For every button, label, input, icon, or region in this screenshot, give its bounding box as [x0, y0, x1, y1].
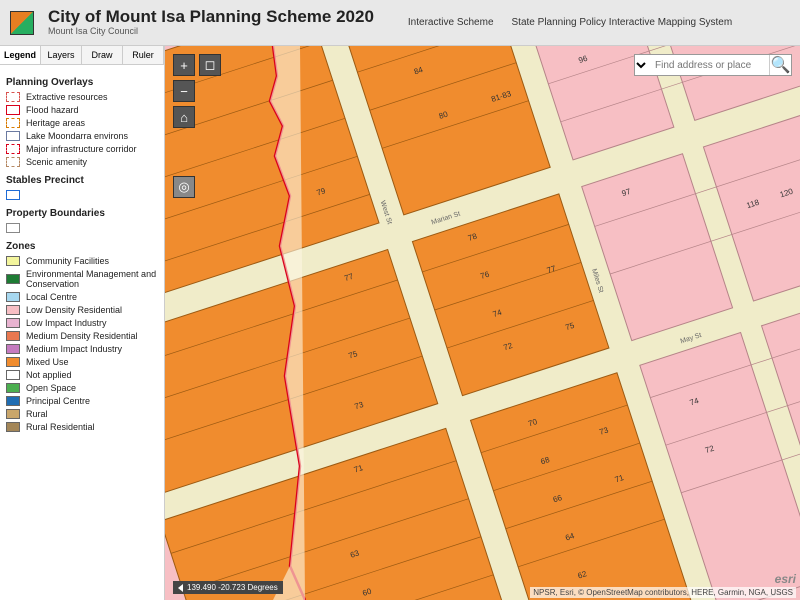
legend-swatch: [6, 190, 20, 200]
legend-label: Principal Centre: [26, 396, 90, 406]
legend-label: Scenic amenity: [26, 157, 87, 167]
legend-label: Rural: [26, 409, 48, 419]
legend-swatch: [6, 105, 20, 115]
legend-item: Extractive resources: [6, 92, 158, 102]
legend-group-title: Zones: [6, 241, 158, 252]
legend-swatch: [6, 422, 20, 432]
legend-label: Community Facilities: [26, 256, 109, 266]
legend-label: Not applied: [26, 370, 72, 380]
zoom-out-button[interactable]: −: [173, 80, 195, 102]
legend-label: Extractive resources: [26, 92, 108, 102]
legend-item: Mixed Use: [6, 357, 158, 367]
legend-item: Not applied: [6, 370, 158, 380]
legend-item: Heritage areas: [6, 118, 158, 128]
legend-swatch: [6, 144, 20, 154]
legend-label: Mixed Use: [26, 357, 69, 367]
legend-item: Community Facilities: [6, 256, 158, 266]
legend-item: Rural Residential: [6, 422, 158, 432]
legend-swatch: [6, 344, 20, 354]
legend-swatch: [6, 331, 20, 341]
map-viewport[interactable]: West St Miles St Marian St May St 79 77 …: [165, 46, 800, 600]
legend-item: Medium Impact Industry: [6, 344, 158, 354]
legend-label: Flood hazard: [26, 105, 79, 115]
default-extent-button[interactable]: ◻: [199, 54, 221, 76]
legend-item: Environmental Management and Conservatio…: [6, 269, 158, 289]
legend-item: Principal Centre: [6, 396, 158, 406]
legend-swatch: [6, 357, 20, 367]
app-logo: [10, 11, 34, 35]
legend-item: Flood hazard: [6, 105, 158, 115]
legend-swatch: [6, 318, 20, 328]
tab-legend[interactable]: Legend: [0, 46, 41, 64]
legend-item: Local Centre: [6, 292, 158, 302]
title-block: City of Mount Isa Planning Scheme 2020 M…: [48, 8, 374, 37]
link-spp-mapping[interactable]: State Planning Policy Interactive Mappin…: [512, 17, 733, 28]
legend-swatch: [6, 305, 20, 315]
locate-button[interactable]: ◎: [173, 176, 195, 198]
legend-label: Environmental Management and Conservatio…: [26, 269, 158, 289]
legend-item: Open Space: [6, 383, 158, 393]
tab-layers[interactable]: Layers: [41, 46, 82, 64]
header-links: Interactive Scheme State Planning Policy…: [408, 17, 732, 28]
esri-logo: esri: [775, 572, 796, 586]
legend-group-title: Planning Overlays: [6, 77, 158, 88]
app-title: City of Mount Isa Planning Scheme 2020: [48, 8, 374, 27]
legend-item: [6, 190, 158, 200]
app-subtitle: Mount Isa City Council: [48, 27, 374, 37]
legend-label: Low Density Residential: [26, 305, 122, 315]
zoom-in-button[interactable]: +: [173, 54, 195, 76]
expand-icon[interactable]: [178, 584, 183, 592]
legend-item: Low Impact Industry: [6, 318, 158, 328]
legend-label: Medium Impact Industry: [26, 344, 122, 354]
header: City of Mount Isa Planning Scheme 2020 M…: [0, 0, 800, 46]
legend-label: Rural Residential: [26, 422, 95, 432]
home-button[interactable]: ⌂: [173, 106, 195, 128]
link-interactive-scheme[interactable]: Interactive Scheme: [408, 17, 494, 28]
attribution-text: NPSR, Esri, © OpenStreetMap contributors…: [530, 587, 796, 598]
map-controls: + − ⌂ ◎: [173, 54, 195, 198]
legend-panel: Planning Overlays Extractive resources Flo…: [0, 65, 164, 595]
legend-swatch: [6, 157, 20, 167]
search-source-dropdown[interactable]: ▾: [635, 55, 649, 75]
legend-swatch: [6, 256, 20, 266]
coords-text: 139.490 -20.723 Degrees: [187, 583, 278, 592]
legend-item: Scenic amenity: [6, 157, 158, 167]
search-icon[interactable]: 🔍: [769, 55, 791, 75]
sidebar: Legend Layers Draw Ruler Planning Overla…: [0, 46, 165, 600]
legend-item: [6, 223, 158, 233]
legend-label: Major infrastructure corridor: [26, 144, 137, 154]
main: Legend Layers Draw Ruler Planning Overla…: [0, 46, 800, 600]
legend-label: Local Centre: [26, 292, 77, 302]
legend-swatch: [6, 274, 20, 284]
legend-item: Rural: [6, 409, 158, 419]
legend-label: Open Space: [26, 383, 76, 393]
legend-label: Lake Moondarra environs: [26, 131, 128, 141]
legend-swatch: [6, 409, 20, 419]
legend-swatch: [6, 370, 20, 380]
search-input[interactable]: [649, 55, 769, 75]
tab-draw[interactable]: Draw: [82, 46, 123, 64]
legend-swatch: [6, 118, 20, 128]
legend-swatch: [6, 131, 20, 141]
legend-swatch: [6, 292, 20, 302]
coordinate-readout: 139.490 -20.723 Degrees: [173, 581, 283, 594]
sidebar-tabs: Legend Layers Draw Ruler: [0, 46, 164, 65]
legend-item: Lake Moondarra environs: [6, 131, 158, 141]
legend-label: Heritage areas: [26, 118, 85, 128]
legend-swatch: [6, 396, 20, 406]
legend-swatch: [6, 92, 20, 102]
legend-group-title: Stables Precinct: [6, 175, 158, 186]
legend-item: Medium Density Residential: [6, 331, 158, 341]
legend-label: Low Impact Industry: [26, 318, 107, 328]
legend-label: Medium Density Residential: [26, 331, 138, 341]
tab-ruler[interactable]: Ruler: [123, 46, 164, 64]
legend-item: Major infrastructure corridor: [6, 144, 158, 154]
legend-swatch: [6, 383, 20, 393]
map-canvas[interactable]: West St Miles St Marian St May St 79 77 …: [165, 46, 800, 600]
legend-item: Low Density Residential: [6, 305, 158, 315]
legend-group-title: Property Boundaries: [6, 208, 158, 219]
search-box: ▾ 🔍: [634, 54, 792, 76]
legend-swatch: [6, 223, 20, 233]
